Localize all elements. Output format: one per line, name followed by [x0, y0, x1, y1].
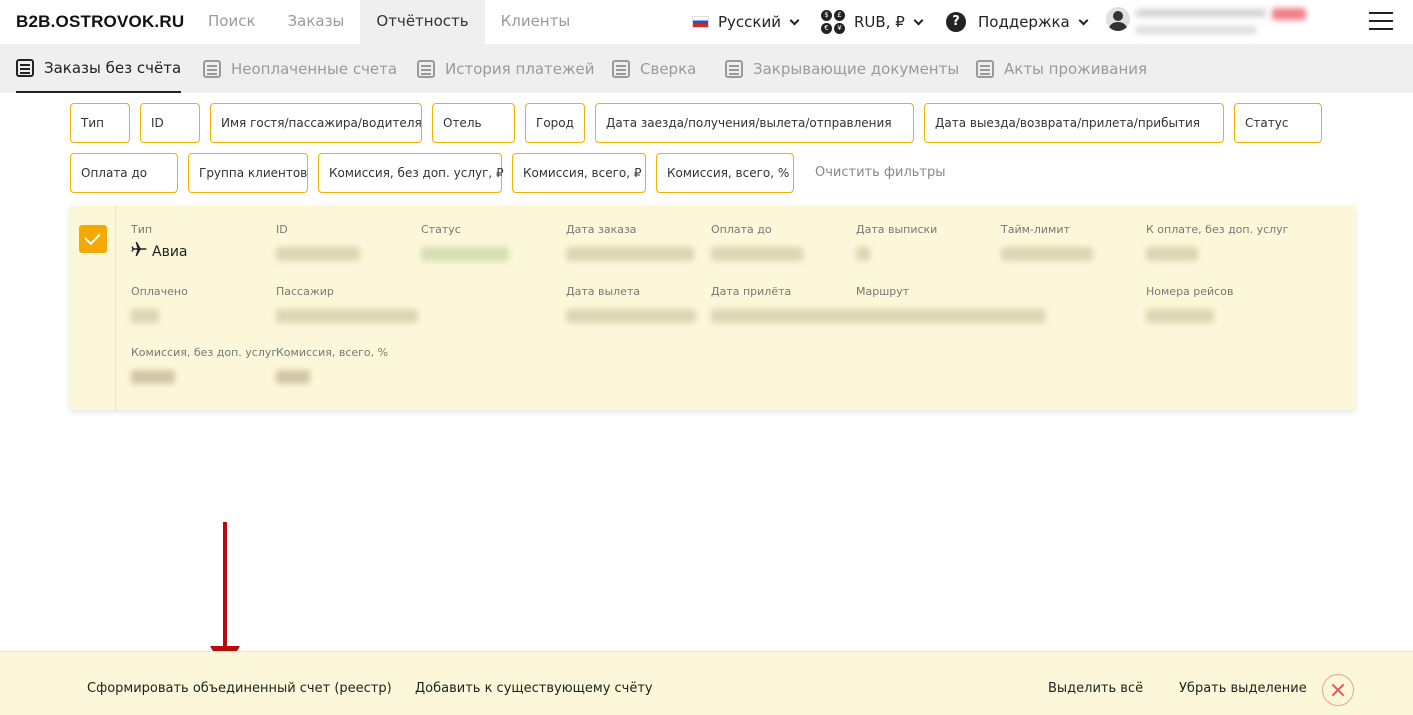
- add-to-existing-invoice-button[interactable]: Добавить к существующему счёту: [415, 652, 653, 715]
- tab-label: Сверка: [640, 59, 697, 78]
- label-commission-no-extra: Комиссия, без доп. услуг: [131, 346, 278, 359]
- language-label: Русский: [718, 13, 781, 31]
- order-card[interactable]: Тип ID Статус Дата заказа Оплата до Дата…: [70, 206, 1355, 410]
- card-select-column: [70, 206, 116, 410]
- nav-clients[interactable]: Клиенты: [485, 0, 587, 44]
- currency-icon: $ £ € ¥: [821, 10, 845, 34]
- label-to-pay: К оплате, без доп. услуг: [1146, 223, 1289, 236]
- filter-city[interactable]: Город: [525, 103, 585, 143]
- create-combined-invoice-button[interactable]: Сформировать объединенный счет (реестр): [87, 652, 392, 715]
- chevron-down-icon: [913, 15, 924, 25]
- documents-icon: [725, 59, 743, 78]
- to-pay-redacted: [1146, 247, 1198, 261]
- label-type: Тип: [131, 223, 153, 236]
- list-icon: [16, 58, 34, 77]
- filter-commission-no-extra[interactable]: Комиссия, без доп. услуг, ₽: [318, 153, 504, 193]
- chevron-down-icon: [1078, 15, 1089, 25]
- tab-label: Закрывающие документы: [753, 59, 960, 78]
- tab-accommodation-acts[interactable]: Акты проживания: [976, 44, 1147, 93]
- label-order-date: Дата заказа: [566, 223, 637, 236]
- acts-icon: [976, 59, 994, 78]
- close-icon[interactable]: [1322, 674, 1354, 706]
- label-pay-until: Оплата до: [711, 223, 772, 236]
- tab-label: История платежей: [445, 59, 595, 78]
- plane-icon: [131, 242, 147, 256]
- label-paid: Оплачено: [131, 285, 188, 298]
- label-id: ID: [276, 223, 288, 236]
- filter-commission-total[interactable]: Комиссия, всего, ₽: [512, 153, 646, 193]
- bulk-actions-bar: Сформировать объединенный счет (реестр) …: [0, 651, 1413, 715]
- label-commission-percent: Комиссия, всего, %: [276, 346, 389, 359]
- tab-reconciliation[interactable]: Сверка: [612, 44, 696, 93]
- pay-until-redacted: [711, 247, 803, 261]
- filter-checkout-date[interactable]: Дата выезда/возврата/прилета/прибытия: [924, 103, 1224, 143]
- tab-label: Акты проживания: [1004, 59, 1148, 78]
- label-arrival: Дата прилёта: [711, 285, 792, 298]
- tab-orders-without-invoice[interactable]: Заказы без счёта: [16, 44, 182, 93]
- filter-client-group[interactable]: Группа клиентов: [188, 153, 308, 193]
- label-flight-numbers: Номера рейсов: [1146, 285, 1234, 298]
- order-id-redacted: [276, 247, 360, 261]
- filter-status[interactable]: Статус: [1234, 103, 1322, 143]
- payment-icon: [417, 59, 435, 78]
- statement-date-redacted: [856, 247, 870, 261]
- order-date-redacted: [566, 247, 694, 261]
- label-passenger: Пассажир: [276, 285, 334, 298]
- order-status-redacted: [421, 247, 509, 261]
- tab-label: Заказы без счёта: [44, 58, 182, 77]
- chevron-down-icon: [789, 15, 800, 25]
- label-route: Маршрут: [856, 285, 910, 298]
- language-select[interactable]: Русский: [692, 0, 800, 44]
- support-menu[interactable]: ? Поддержка: [946, 0, 1089, 44]
- support-label: Поддержка: [978, 13, 1070, 31]
- nav-reports[interactable]: Отчётность: [360, 0, 485, 44]
- label-time-limit: Тайм-лимит: [1001, 223, 1070, 236]
- filter-id[interactable]: ID: [140, 103, 200, 143]
- order-type-value: Авиа: [152, 244, 188, 260]
- menu-icon[interactable]: [1369, 12, 1393, 32]
- order-checkbox[interactable]: [79, 225, 107, 253]
- currency-label: RUB, ₽: [854, 13, 905, 31]
- flight-numbers-redacted: [1146, 309, 1214, 323]
- arrival-route-redacted: [711, 309, 1045, 323]
- commission-no-extra-redacted: [131, 370, 175, 384]
- top-bar: B2B.OSTROVOK.RU Поиск Заказы Отчётность …: [0, 0, 1413, 44]
- passenger-redacted: [276, 309, 418, 323]
- logo[interactable]: B2B.OSTROVOK.RU: [16, 12, 184, 32]
- label-departure: Дата вылета: [566, 285, 641, 298]
- main-nav: Поиск Заказы Отчётность Клиенты: [192, 0, 586, 44]
- russia-flag-icon: [692, 16, 709, 28]
- filter-guest-name[interactable]: Имя гостя/пассажира/водителя: [210, 103, 422, 143]
- tab-closing-documents[interactable]: Закрывающие документы: [725, 44, 959, 93]
- reports-subnav: Заказы без счёта Неоплаченные счета Исто…: [0, 44, 1413, 93]
- clear-filters-link[interactable]: Очистить фильтры: [815, 165, 946, 180]
- filter-commission-percent[interactable]: Комиссия, всего, %: [656, 153, 794, 193]
- account-info-redacted[interactable]: [1136, 4, 1352, 40]
- paid-redacted: [131, 309, 159, 323]
- time-limit-redacted: [1001, 247, 1093, 261]
- filter-pay-until[interactable]: Оплата до: [70, 153, 178, 193]
- filter-checkin-date[interactable]: Дата заезда/получения/вылета/отправления: [595, 103, 914, 143]
- reconciliation-icon: [612, 59, 630, 78]
- commission-percent-redacted: [276, 370, 310, 384]
- label-status: Статус: [421, 223, 461, 236]
- tab-payment-history[interactable]: История платежей: [417, 44, 595, 93]
- invoice-icon: [203, 59, 221, 78]
- tab-unpaid-invoices[interactable]: Неоплаченные счета: [203, 44, 397, 93]
- label-statement-date: Дата выписки: [856, 223, 938, 236]
- avatar[interactable]: [1106, 7, 1130, 31]
- tab-label: Неоплаченные счета: [231, 59, 398, 78]
- nav-orders[interactable]: Заказы: [272, 0, 361, 44]
- help-icon: ?: [946, 12, 966, 32]
- filter-hotel[interactable]: Отель: [432, 103, 515, 143]
- nav-search[interactable]: Поиск: [192, 0, 272, 44]
- currency-select[interactable]: $ £ € ¥ RUB, ₽: [821, 0, 924, 44]
- select-all-button[interactable]: Выделить всё: [1048, 652, 1143, 715]
- departure-redacted: [566, 309, 696, 323]
- filter-type[interactable]: Тип: [70, 103, 130, 143]
- deselect-button[interactable]: Убрать выделение: [1179, 652, 1307, 715]
